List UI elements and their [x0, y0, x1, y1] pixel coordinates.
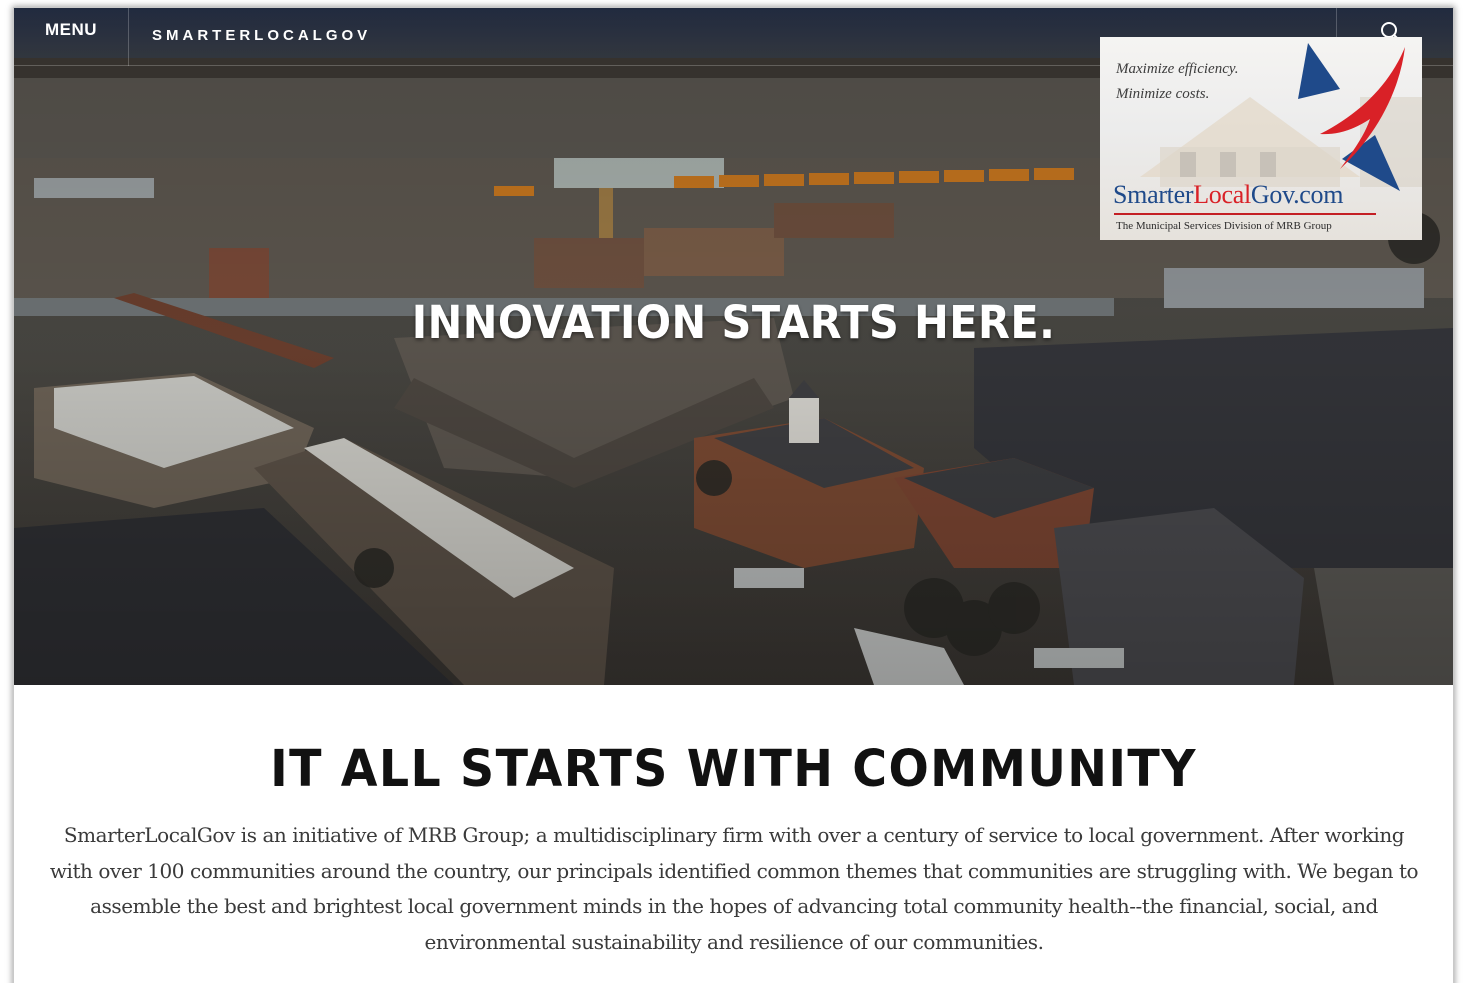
- logo-tagline-2: Minimize costs.: [1116, 86, 1210, 102]
- smarterlocalgov-logo: Maximize efficiency. Minimize costs. Sma…: [1100, 37, 1422, 240]
- logo-wordmark-local: Local: [1193, 180, 1251, 209]
- logo-tagline-1: Maximize efficiency.: [1116, 61, 1239, 77]
- logo-wordmark-gov: Gov.com: [1250, 180, 1344, 209]
- site-title-link[interactable]: SMARTERLOCALGOV: [152, 27, 371, 44]
- logo-star-icon: [1298, 43, 1405, 191]
- hero-section: MENU SMARTERLOCALGOV Maximize efficiency…: [14, 8, 1453, 685]
- page-frame: MENU SMARTERLOCALGOV Maximize efficiency…: [14, 8, 1453, 983]
- logo-wordmark: SmarterLocalGov.com: [1113, 180, 1343, 210]
- intro-body: SmarterLocalGov is an initiative of MRB …: [49, 823, 1419, 954]
- intro-title: IT ALL STARTS WITH COMMUNITY: [270, 740, 1197, 799]
- hero-headline: INNOVATION STARTS HERE.: [411, 296, 1056, 349]
- logo-wordmark-smarter: Smarter: [1113, 180, 1194, 209]
- menu-button[interactable]: MENU: [14, 8, 129, 66]
- logo-subtitle: The Municipal Services Division of MRB G…: [1116, 220, 1332, 232]
- logo-underline: [1114, 213, 1376, 215]
